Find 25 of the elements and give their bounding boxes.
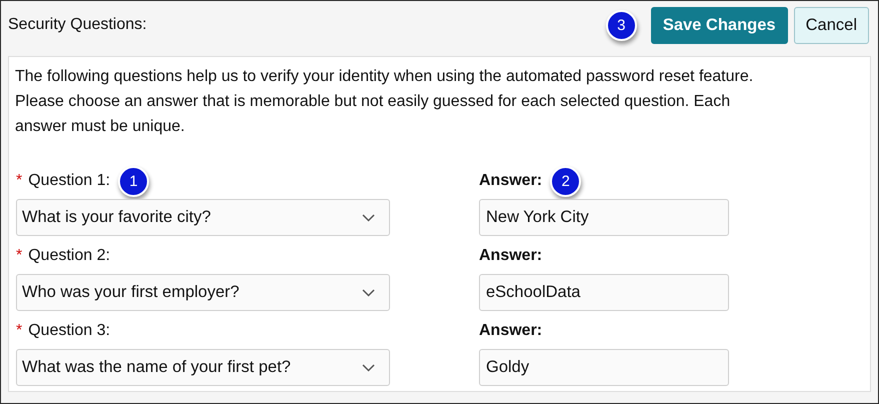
callout-badge: 3 xyxy=(606,10,637,40)
description-text: The following questions help us to verify your identity when using the automated password reset feature. Please choose an answer that is memorable but not easily guessed for each selected question. Each answer must be unique. xyxy=(15,67,754,137)
callout-badge: 2 xyxy=(550,166,582,196)
required-marker: * xyxy=(16,322,22,340)
question-label: Question 2: xyxy=(28,247,110,265)
answer-field[interactable]: Goldy xyxy=(479,349,729,386)
chevron-icon xyxy=(362,288,375,296)
required-marker: * xyxy=(16,172,22,190)
callout-badge: 1 xyxy=(118,166,150,196)
chevron-icon xyxy=(362,364,375,372)
question-dropdown[interactable]: What was the name of your first pet? xyxy=(16,349,390,386)
question-label: Question 1: xyxy=(28,172,110,190)
chevron-icon xyxy=(362,214,375,222)
question-dropdown[interactable]: What is your favorite city? xyxy=(16,199,390,236)
section-title: Security Questions: xyxy=(8,16,148,34)
cancel-button[interactable]: Cancel xyxy=(794,6,869,44)
answer-label: Answer: xyxy=(479,247,542,265)
question-label: Question 3: xyxy=(28,322,110,340)
required-marker: * xyxy=(16,247,22,265)
answer-field[interactable]: eSchoolData xyxy=(479,274,729,311)
answer-label: Answer: xyxy=(479,322,542,340)
save-button[interactable]: Save Changes xyxy=(650,6,788,44)
answer-label: Answer: xyxy=(479,172,542,190)
answer-field[interactable]: New York City xyxy=(479,199,729,236)
question-dropdown[interactable]: Who was your first employer? xyxy=(16,274,390,311)
